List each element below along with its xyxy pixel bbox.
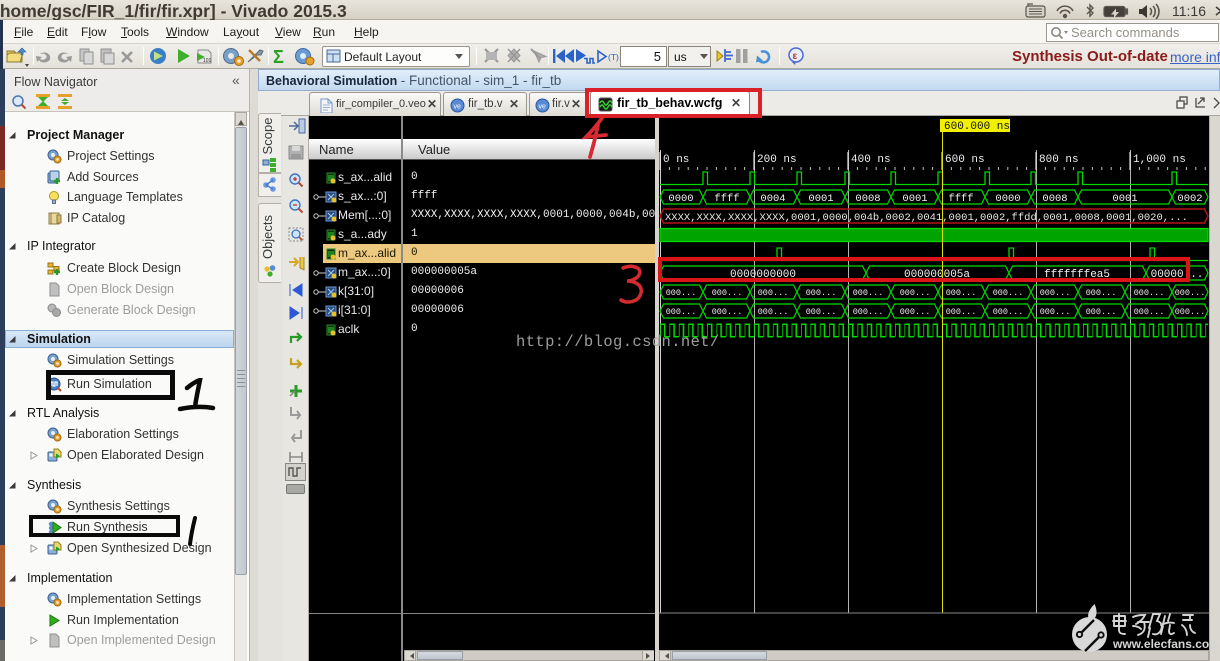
svg-text:400 ns: 400 ns (851, 154, 891, 166)
svg-text:0008: 0008 (1042, 193, 1067, 205)
svg-text:000...: 000... (900, 307, 931, 317)
svg-text:0001: 0001 (808, 193, 833, 205)
svg-text:ffff: ffff (714, 193, 739, 205)
svg-text:0004: 0004 (760, 193, 785, 205)
svg-text:000...: 000... (712, 288, 743, 298)
svg-text:000...: 000... (900, 288, 931, 298)
svg-text:1,000 ns: 1,000 ns (1133, 154, 1186, 166)
svg-text:0008: 0008 (855, 193, 880, 205)
svg-text:Σ: Σ (273, 47, 284, 67)
svg-text:000...: 000... (806, 288, 837, 298)
svg-text:000...: 000... (806, 307, 837, 317)
svg-text:000...: 000... (853, 288, 884, 298)
svg-text:000...: 000... (1175, 307, 1206, 317)
svg-text:600.000 ns: 600.000 ns (944, 121, 1010, 133)
svg-text:0001: 0001 (902, 193, 927, 205)
svg-text:000...: 000... (993, 307, 1024, 317)
svg-text:000...: 000... (1134, 288, 1165, 298)
svg-text:11:16: 11:16 (1172, 3, 1206, 19)
svg-text:000...: 000... (1086, 307, 1117, 317)
svg-text:0 ns: 0 ns (663, 154, 689, 166)
svg-text:ffff: ffff (948, 193, 973, 205)
svg-text:ε: ε (793, 51, 798, 62)
svg-text:200 ns: 200 ns (757, 154, 797, 166)
svg-text:XXXX,XXXX,XXXX,XXXX,0001,0000,: XXXX,XXXX,XXXX,XXXX,0001,0000,004b,0002,… (665, 212, 1188, 224)
svg-text:600 ns: 600 ns (945, 154, 985, 166)
svg-text:0000: 0000 (668, 193, 693, 205)
svg-text:000...: 000... (946, 307, 977, 317)
svg-text:000...: 000... (993, 288, 1024, 298)
svg-text:000...: 000... (1175, 288, 1206, 298)
svg-text:000...: 000... (758, 288, 789, 298)
svg-text:101: 101 (203, 58, 212, 64)
svg-text:ve: ve (454, 104, 462, 111)
svg-text:0001: 0001 (1112, 193, 1137, 205)
svg-text:ve: ve (539, 104, 547, 111)
svg-text:000...: 000... (853, 307, 884, 317)
svg-text:800 ns: 800 ns (1039, 154, 1079, 166)
svg-text:000...: 000... (1040, 307, 1071, 317)
svg-text:0002: 0002 (1177, 193, 1202, 205)
svg-text:us: us (674, 50, 687, 64)
svg-text:(T): (T) (608, 52, 619, 62)
svg-text:5: 5 (654, 49, 661, 64)
svg-text:000...: 000... (666, 288, 697, 298)
svg-text:000...: 000... (758, 307, 789, 317)
svg-text:000...: 000... (1040, 288, 1071, 298)
svg-text:000...: 000... (1086, 288, 1117, 298)
svg-text:000...: 000... (666, 307, 697, 317)
svg-text:000...: 000... (946, 288, 977, 298)
svg-text:0000: 0000 (995, 193, 1020, 205)
svg-text:000...: 000... (712, 307, 743, 317)
svg-text:000...: 000... (1134, 307, 1165, 317)
